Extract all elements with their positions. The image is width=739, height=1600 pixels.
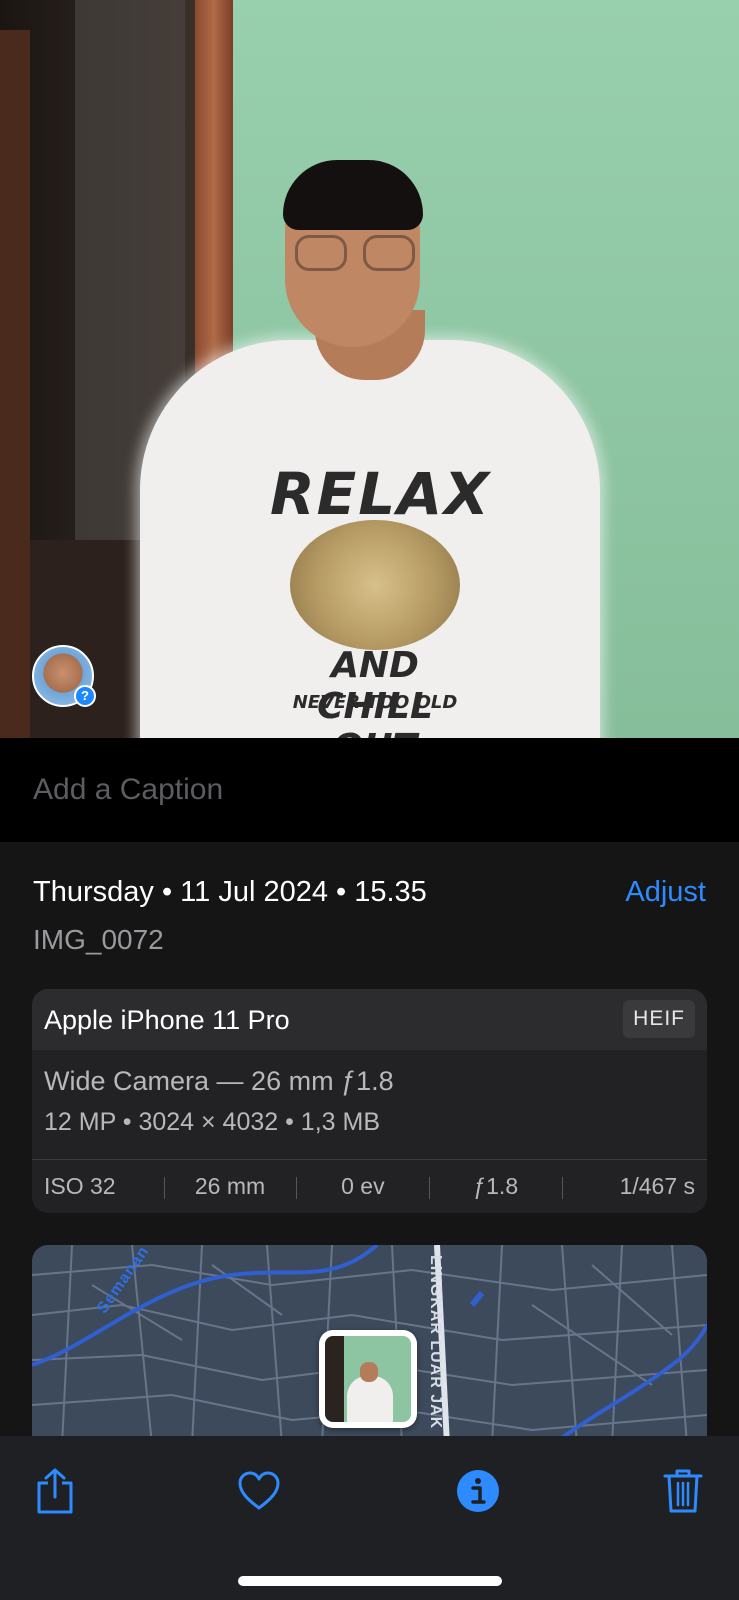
format-badge: HEIF [623, 1000, 695, 1038]
exif-iso: ISO 32 [44, 1173, 116, 1199]
photo-filename: IMG_0072 [33, 924, 164, 955]
caption-field[interactable]: Add a Caption [0, 738, 739, 842]
lens-info: Wide Camera — 26 mm ƒ1.8 [44, 1066, 394, 1096]
shirt-bear-graphic [290, 520, 460, 650]
subject-glasses [295, 235, 415, 273]
home-indicator[interactable] [238, 1576, 502, 1586]
info-panel: Thursday • 11 Jul 2024 • 15.35 Adjust IM… [0, 842, 739, 1445]
exif-row: ISO 32 26 mm 0 ev ƒ1.8 1/467 s [32, 1160, 707, 1213]
favorite-button[interactable] [234, 1466, 284, 1516]
exif-aperture: ƒ1.8 [429, 1173, 562, 1200]
trash-icon [663, 1469, 703, 1513]
person-tag-avatar[interactable]: ? [32, 645, 96, 707]
exif-focal-length: 26 mm [163, 1173, 297, 1200]
exif-exposure-bias: 0 ev [296, 1173, 429, 1200]
caption-placeholder: Add a Caption [33, 773, 224, 806]
shirt-print: RELAX AND CHILL OUT NEVER TOO OLD [270, 460, 491, 738]
device-name: Apple iPhone 11 Pro [44, 1005, 290, 1035]
info-icon [457, 1470, 499, 1512]
photo-view[interactable]: RELAX AND CHILL OUT NEVER TOO OLD ? [0, 0, 739, 738]
info-button[interactable] [453, 1466, 503, 1516]
camera-info-header: Apple iPhone 11 Pro HEIF [32, 989, 707, 1050]
shirt-text-relax: RELAX [270, 460, 491, 528]
shirt-text-never: NEVER TOO OLD [292, 692, 458, 713]
photo-subject: RELAX AND CHILL OUT NEVER TOO OLD [120, 160, 620, 738]
exif-shutter-speed: 1/467 s [562, 1173, 707, 1200]
photo-date: Thursday • 11 Jul 2024 • 15.35 [33, 876, 427, 908]
heart-icon [238, 1471, 280, 1510]
delete-button[interactable] [658, 1466, 708, 1516]
map-photo-thumbnail [325, 1336, 411, 1422]
adjust-button[interactable]: Adjust [625, 876, 706, 909]
share-icon [37, 1468, 73, 1514]
image-specs: 12 MP • 3024 × 4032 • 1,3 MB [44, 1108, 381, 1136]
map-label-lingkar-luar: LINGKAR LUAR JAK [427, 1255, 444, 1430]
location-map[interactable]: Semanan LINGKAR LUAR JAK [32, 1245, 707, 1445]
map-photo-pin[interactable] [319, 1330, 417, 1428]
unknown-person-badge: ? [74, 685, 96, 707]
photo-door [0, 30, 30, 738]
bottom-toolbar [0, 1436, 739, 1600]
camera-info-card: Apple iPhone 11 Pro HEIF Wide Camera — 2… [32, 989, 707, 1213]
share-button[interactable] [30, 1466, 80, 1516]
subject-hair [283, 160, 423, 230]
